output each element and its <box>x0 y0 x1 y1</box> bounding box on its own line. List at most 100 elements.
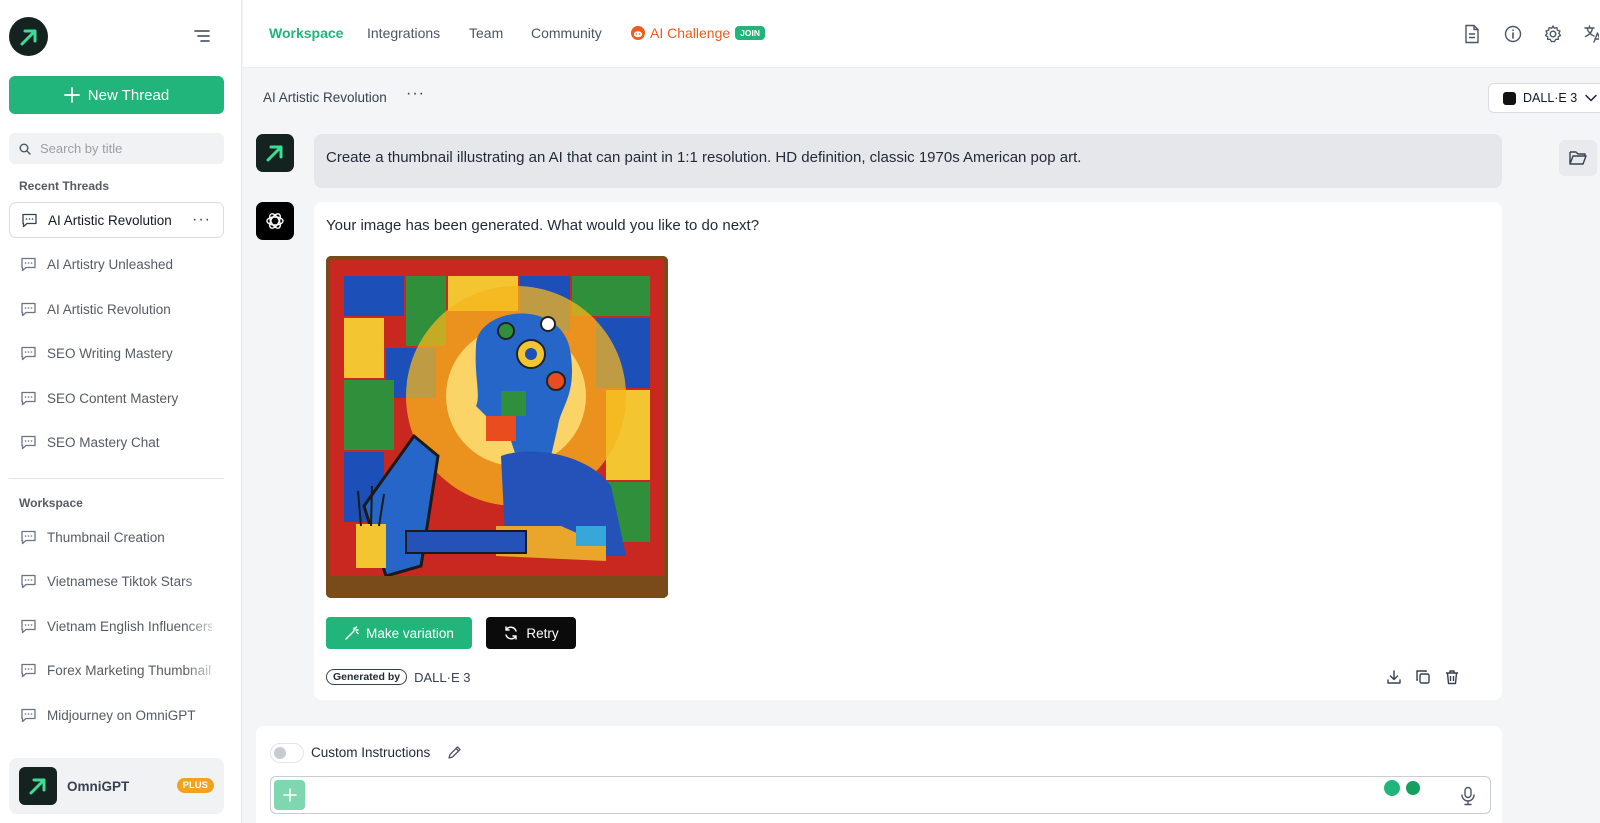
chat-bubble-icon <box>21 435 36 450</box>
sidebar: New Thread Recent Threads AI Artistic Re… <box>0 0 242 823</box>
thread-search <box>9 133 224 164</box>
thread-label: AI Artistic Revolution <box>48 212 172 228</box>
nav-integrations[interactable]: Integrations <box>367 25 440 41</box>
make-variation-label: Make variation <box>366 625 454 641</box>
nav-team[interactable]: Team <box>469 25 503 41</box>
sidebar-divider <box>9 478 224 479</box>
workspace-thread-list: Thumbnail Creation Vietnamese Tiktok Sta… <box>9 519 224 742</box>
generated-by: Generated by DALL·E 3 <box>326 669 470 685</box>
thread-item[interactable]: SEO Mastery Chat <box>9 425 224 461</box>
thread-header: AI Artistic Revolution ··· DALL·E 3 <box>243 69 1600 125</box>
extension-icon[interactable] <box>1384 780 1400 796</box>
trash-icon[interactable] <box>1444 669 1460 685</box>
thread-item[interactable]: AI Artistry Unleashed <box>9 247 224 283</box>
custom-instructions-toggle[interactable] <box>270 743 304 763</box>
pencil-icon[interactable] <box>447 745 462 760</box>
microphone-icon[interactable] <box>1460 786 1478 806</box>
thread-options-icon[interactable]: ··· <box>406 85 425 103</box>
chat-bubble-icon <box>21 346 36 361</box>
search-icon <box>19 143 31 155</box>
make-variation-button[interactable]: Make variation <box>326 617 472 649</box>
new-thread-button[interactable]: New Thread <box>9 76 224 114</box>
challenge-label: AI Challenge <box>650 25 731 41</box>
chat-bubble-icon <box>21 708 36 722</box>
thread-title: AI Artistic Revolution <box>263 90 387 105</box>
join-badge: JOIN <box>735 26 766 40</box>
plus-icon <box>63 87 80 103</box>
download-icon[interactable] <box>1386 669 1402 685</box>
refresh-icon <box>505 626 518 640</box>
document-icon[interactable] <box>1463 24 1483 44</box>
arrow-up-right-icon <box>266 145 283 162</box>
magic-wand-icon <box>345 625 359 640</box>
folder-icon <box>1569 151 1587 165</box>
thread-label: SEO Writing Mastery <box>47 346 173 361</box>
workspace-label: Midjourney on OmniGPT <box>47 707 196 723</box>
workspace-item[interactable]: Vietnamese Tiktok Stars <box>9 563 224 600</box>
profile-name: OmniGPT <box>67 778 130 794</box>
translate-icon[interactable] <box>1583 24 1599 44</box>
workspace-label: Vietnamese Tiktok Stars <box>47 574 193 589</box>
pop-art-robot-painting <box>326 256 668 598</box>
nav-community[interactable]: Community <box>531 25 602 41</box>
nav-ai-challenge[interactable]: AI Challenge JOIN <box>631 25 766 41</box>
recent-thread-list: AI Artistic Revolution ··· AI Artistry U… <box>9 202 224 469</box>
model-name: DALL·E 3 <box>1523 91 1578 105</box>
workspace-heading: Workspace <box>19 496 83 510</box>
thread-more-icon[interactable]: ··· <box>192 211 211 229</box>
arrow-up-right-icon <box>20 29 36 45</box>
model-selector[interactable]: DALL·E 3 <box>1488 83 1600 113</box>
thread-item[interactable]: SEO Content Mastery <box>9 380 224 416</box>
folder-button[interactable] <box>1559 140 1597 176</box>
chat-bubble-icon <box>21 391 36 405</box>
user-avatar <box>256 134 294 172</box>
assistant-message: Your image has been generated. What woul… <box>314 202 1502 700</box>
sidebar-menu-icon[interactable] <box>194 28 214 46</box>
workspace-item[interactable]: Midjourney on OmniGPT <box>9 697 224 733</box>
plus-icon <box>282 788 297 802</box>
attach-button[interactable] <box>274 780 305 810</box>
workspace-label: Forex Marketing Thumbnail <box>47 663 212 678</box>
plan-badge: PLUS <box>176 778 214 793</box>
assistant-avatar <box>256 202 294 240</box>
chevron-down-icon <box>1585 94 1597 102</box>
thread-label: AI Artistry Unleashed <box>47 257 174 272</box>
thread-item[interactable]: SEO Writing Mastery <box>9 336 224 372</box>
thread-item-active[interactable]: AI Artistic Revolution ··· <box>9 202 224 238</box>
workspace-label: Vietnam English Influencers <box>47 618 212 634</box>
thread-label: SEO Content Mastery <box>47 390 179 406</box>
grammarly-icon[interactable] <box>1404 779 1422 797</box>
composer: Custom Instructions <box>256 726 1502 823</box>
generated-image[interactable] <box>326 256 668 598</box>
workspace-item[interactable]: Thumbnail Creation <box>9 519 224 555</box>
copy-icon[interactable] <box>1415 669 1431 685</box>
settings-gear-icon[interactable] <box>1543 24 1563 44</box>
chat-bubble-icon <box>21 619 36 633</box>
generated-by-badge: Generated by <box>326 669 408 685</box>
reddit-icon <box>631 26 645 40</box>
nav-workspace[interactable]: Workspace <box>269 25 343 41</box>
top-navigation: Workspace Integrations Team Community AI… <box>243 0 1600 68</box>
custom-instructions-label: Custom Instructions <box>311 745 431 760</box>
workspace-item[interactable]: Forex Marketing Thumbnail <box>9 652 224 689</box>
user-message: Create a thumbnail illustrating an AI th… <box>314 134 1502 188</box>
workspace-label: Thumbnail Creation <box>47 529 165 545</box>
omnigpt-logo[interactable] <box>9 17 48 56</box>
chat-bubble-icon <box>21 663 36 678</box>
avatar <box>19 767 57 805</box>
generated-by-model: DALL·E 3 <box>414 669 471 685</box>
chat-bubble-icon <box>21 302 36 316</box>
prompt-box <box>270 776 1491 814</box>
thread-item[interactable]: AI Artistic Revolution <box>9 291 224 327</box>
retry-button[interactable]: Retry <box>486 617 576 649</box>
chat-bubble-icon <box>21 530 36 544</box>
user-profile[interactable]: OmniGPT PLUS <box>9 758 224 814</box>
new-thread-label: New Thread <box>87 86 170 104</box>
search-input[interactable] <box>40 141 210 156</box>
prompt-input[interactable] <box>317 777 1377 813</box>
workspace-item[interactable]: Vietnam English Influencers <box>9 608 224 644</box>
info-icon[interactable] <box>1503 24 1523 44</box>
openai-icon <box>1503 91 1516 105</box>
recent-threads-heading: Recent Threads <box>19 179 110 193</box>
openai-logo-icon <box>266 213 284 229</box>
